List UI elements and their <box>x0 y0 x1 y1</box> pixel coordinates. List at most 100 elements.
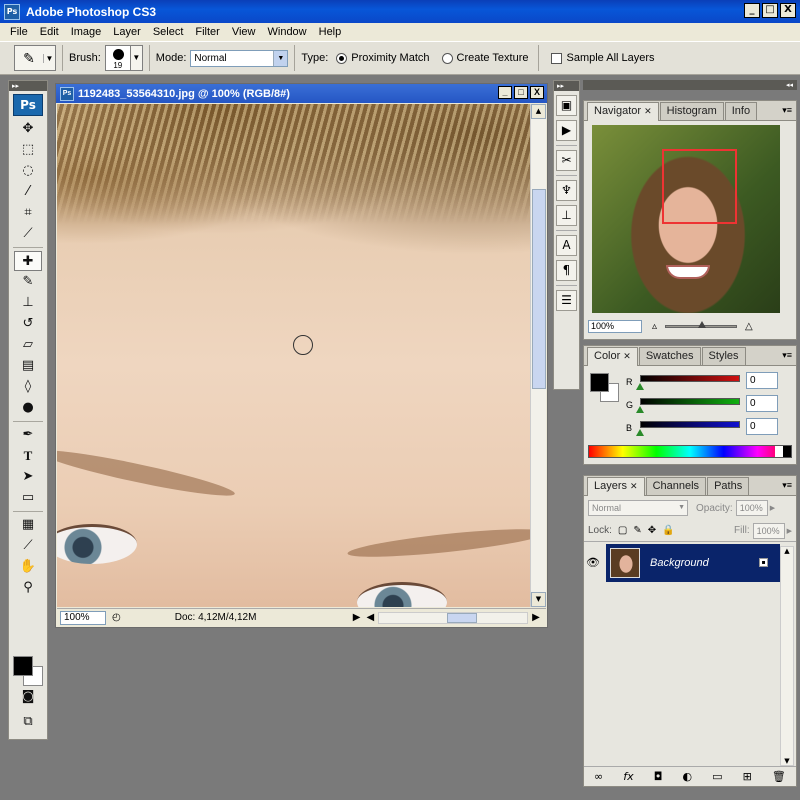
doc-minimize-button[interactable]: _ <box>498 86 512 99</box>
menu-window[interactable]: Window <box>262 26 313 38</box>
close-button[interactable]: X <box>780 3 796 18</box>
create-texture-label[interactable]: Create Texture <box>457 52 529 64</box>
zoom-tool-icon[interactable]: ⚲ <box>14 578 42 598</box>
blue-slider[interactable] <box>640 421 740 428</box>
navigator-zoom-field[interactable]: 100% <box>588 319 642 333</box>
paragraph-panel-icon[interactable]: ¶ <box>556 260 577 281</box>
document-title-bar[interactable]: Ps 1192483_53564310.jpg @ 100% (RGB/8#) … <box>56 84 547 103</box>
panel-menu-icon[interactable]: ▾≡ <box>782 105 792 116</box>
red-slider-knob[interactable] <box>636 383 644 390</box>
sample-all-layers-checkbox[interactable] <box>551 52 563 64</box>
move-tool-icon[interactable]: ✥ <box>14 119 42 139</box>
green-value-input[interactable]: 0 <box>746 395 778 412</box>
gradient-tool-icon[interactable]: ▤ <box>14 356 42 376</box>
red-value-input[interactable]: 0 <box>746 372 778 389</box>
history-panel-icon[interactable]: ▣ <box>556 95 577 116</box>
opacity-input[interactable]: 100% <box>735 500 768 516</box>
menu-edit[interactable]: Edit <box>34 26 65 38</box>
layer-comps-icon[interactable]: ☰ <box>556 290 577 311</box>
eyedropper-tool-icon[interactable]: ⟋ <box>14 536 42 556</box>
tab-layers[interactable]: Layers ✕ <box>587 477 645 496</box>
tab-info[interactable]: Info <box>724 102 758 120</box>
menu-filter[interactable]: Filter <box>189 26 225 38</box>
proximity-match-label[interactable]: Proximity Match <box>351 52 429 64</box>
scroll-left-button[interactable]: ◀ <box>366 612 374 623</box>
healing-brush-tool-icon[interactable]: ✚ <box>14 251 42 271</box>
blur-tool-icon[interactable]: ◊ <box>14 377 42 397</box>
doc-maximize-button[interactable]: □ <box>514 86 528 99</box>
scroll-up-button[interactable]: ▲ <box>781 547 793 555</box>
lock-image-icon[interactable]: ✎ <box>633 525 641 536</box>
foreground-color-swatch[interactable] <box>590 373 609 392</box>
eye-visibility-icon[interactable]: 👁 <box>586 556 600 569</box>
tab-swatches[interactable]: Swatches <box>638 347 701 365</box>
scroll-thumb[interactable] <box>532 189 546 389</box>
blend-mode-select[interactable]: Normal ▼ <box>588 500 688 516</box>
vertical-scrollbar[interactable]: ▲ ▼ <box>530 104 546 607</box>
add-mask-icon[interactable]: ◘ <box>654 770 663 783</box>
status-arrow-icon[interactable]: ▶ <box>353 612 361 623</box>
tab-color[interactable]: Color ✕ <box>587 347 638 366</box>
close-icon[interactable]: ✕ <box>630 481 638 491</box>
maximize-button[interactable]: □ <box>762 3 778 18</box>
layer-row[interactable]: Background ▪ <box>606 544 780 582</box>
tab-channels[interactable]: Channels <box>645 477 707 495</box>
image-canvas[interactable] <box>57 104 530 607</box>
create-texture-radio[interactable] <box>441 52 453 64</box>
foreground-color-swatch[interactable] <box>13 656 33 676</box>
history-brush-tool-icon[interactable]: ↺ <box>14 314 42 334</box>
marquee-tool-icon[interactable]: ⬚ <box>14 140 42 160</box>
notes-tool-icon[interactable]: ▦ <box>14 515 42 535</box>
layer-style-icon[interactable]: fx <box>623 770 633 783</box>
tab-paths[interactable]: Paths <box>707 477 750 495</box>
red-slider[interactable] <box>640 375 740 382</box>
hscroll-thumb[interactable] <box>447 612 478 623</box>
mode-select[interactable]: Normal ▼ <box>190 49 289 67</box>
scroll-down-button[interactable]: ▼ <box>531 592 546 607</box>
eraser-tool-icon[interactable]: ▱ <box>14 335 42 355</box>
hand-tool-icon[interactable]: ✋ <box>14 557 42 577</box>
zoom-slider-knob[interactable] <box>698 320 707 328</box>
panel-grip[interactable]: ▸▸ <box>9 81 47 91</box>
proximity-match-radio[interactable] <box>336 52 348 64</box>
brush-dropdown-button[interactable]: ▼ <box>130 45 143 71</box>
scroll-down-button[interactable]: ▼ <box>781 757 793 765</box>
screen-mode-icon[interactable]: ⧉ <box>14 712 42 732</box>
clone-source-icon[interactable]: ⊥ <box>556 205 577 226</box>
magic-wand-tool-icon[interactable]: ⁄ <box>14 182 42 202</box>
panel-menu-icon[interactable]: ▾≡ <box>782 350 792 361</box>
tab-navigator[interactable]: Navigator ✕ <box>587 102 659 121</box>
green-slider-knob[interactable] <box>636 406 644 413</box>
layer-name[interactable]: Background <box>650 557 709 569</box>
panel-grip[interactable]: ◂◂ <box>583 80 797 90</box>
menu-view[interactable]: View <box>226 26 262 38</box>
lock-transparent-icon[interactable]: ▢ <box>618 525 627 536</box>
shape-tool-icon[interactable]: ▭ <box>14 488 42 508</box>
lock-all-icon[interactable]: 🔒 <box>662 525 674 536</box>
green-slider[interactable] <box>640 398 740 405</box>
pen-tool-icon[interactable]: ✒ <box>14 425 42 445</box>
link-layers-icon[interactable]: ∞ <box>594 770 603 783</box>
tool-preset-picker[interactable]: ✎ ▼ <box>14 45 56 71</box>
adjustment-layer-icon[interactable]: ◐ <box>682 770 692 783</box>
tab-styles[interactable]: Styles <box>701 347 746 365</box>
menu-file[interactable]: File <box>4 26 34 38</box>
zoom-out-icon[interactable]: ▵ <box>652 321 657 332</box>
layers-scrollbar[interactable]: ▲ ▼ <box>780 546 794 766</box>
path-selection-tool-icon[interactable]: ➤ <box>14 467 42 487</box>
crop-tool-icon[interactable]: ⌗ <box>14 203 42 223</box>
scroll-up-button[interactable]: ▲ <box>531 104 546 119</box>
brush-picker[interactable]: 19 <box>104 45 131 71</box>
zoom-field[interactable]: 100% <box>60 610 106 625</box>
clone-stamp-tool-icon[interactable]: ⊥ <box>14 293 42 313</box>
navigator-thumbnail[interactable] <box>592 125 780 313</box>
close-icon[interactable]: ✕ <box>623 351 631 361</box>
status-menu-icon[interactable]: ◴ <box>112 612 121 623</box>
blue-slider-knob[interactable] <box>636 429 644 436</box>
blue-value-input[interactable]: 0 <box>746 418 778 435</box>
brush-tool-icon[interactable]: ✎ <box>14 272 42 292</box>
new-group-icon[interactable]: ▭ <box>712 770 722 783</box>
new-layer-icon[interactable]: ⊞ <box>743 770 752 783</box>
zoom-in-icon[interactable]: △ <box>745 321 753 332</box>
menu-select[interactable]: Select <box>147 26 190 38</box>
